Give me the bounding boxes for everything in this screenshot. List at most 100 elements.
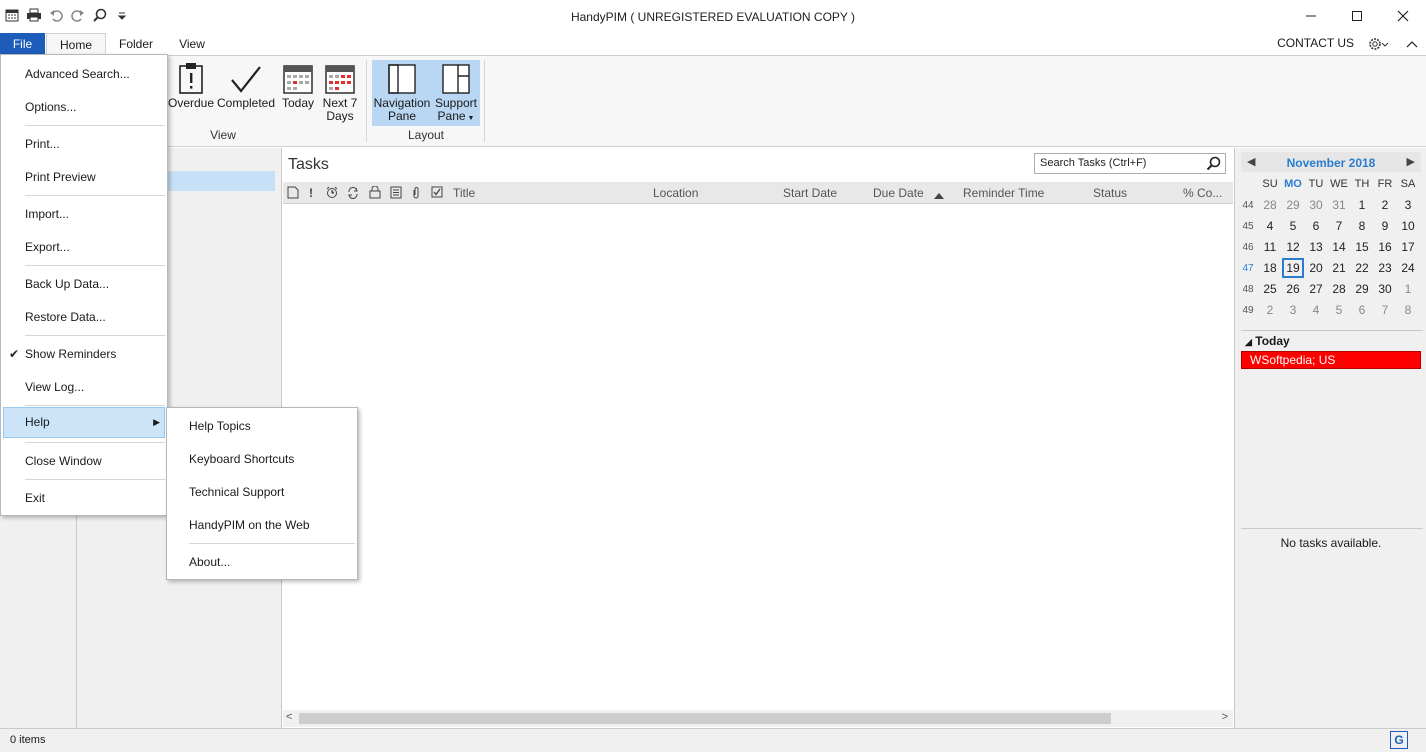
collapse-ribbon-icon[interactable] xyxy=(1404,35,1420,53)
calendar-day[interactable]: 12 xyxy=(1282,237,1304,257)
menu-export[interactable]: Export... xyxy=(3,232,165,263)
menu-help-topics[interactable]: Help Topics xyxy=(169,411,355,442)
support-pane-button[interactable]: Support Pane ▼ xyxy=(432,60,480,125)
tab-folder[interactable]: Folder xyxy=(110,33,162,55)
calendar-day[interactable]: 28 xyxy=(1259,195,1281,215)
calendar-day[interactable]: 25 xyxy=(1259,279,1281,299)
menu-about[interactable]: About... xyxy=(169,547,355,578)
menu-keyboard-shortcuts[interactable]: Keyboard Shortcuts xyxy=(169,444,355,475)
calendar-day[interactable]: 5 xyxy=(1328,300,1350,320)
navigation-pane-button[interactable]: Navigation Pane xyxy=(372,60,432,123)
calendar-day[interactable]: 15 xyxy=(1351,237,1373,257)
calendar-day[interactable]: 16 xyxy=(1374,237,1396,257)
menu-import[interactable]: Import... xyxy=(3,199,165,230)
week-number[interactable]: 49 xyxy=(1239,305,1257,316)
calendar-day[interactable]: 7 xyxy=(1328,216,1350,236)
minimize-button[interactable] xyxy=(1288,0,1334,32)
column-percent-complete[interactable]: % Co... xyxy=(1183,186,1222,200)
menu-advanced-search[interactable]: Advanced Search... xyxy=(3,59,165,90)
calendar-day[interactable]: 20 xyxy=(1305,258,1327,278)
week-number[interactable]: 46 xyxy=(1239,242,1257,253)
next-7-days-button[interactable]: Next 7 Days xyxy=(320,60,360,123)
calendar-day[interactable]: 3 xyxy=(1397,195,1419,215)
calendar-day[interactable]: 14 xyxy=(1328,237,1350,257)
checkbox-column-icon[interactable] xyxy=(431,186,443,202)
recurrence-column-icon[interactable] xyxy=(346,186,360,202)
menu-technical-support[interactable]: Technical Support xyxy=(169,477,355,508)
next-month-icon[interactable]: ▶ xyxy=(1407,155,1415,168)
calendar-day[interactable]: 3 xyxy=(1282,300,1304,320)
horizontal-scrollbar[interactable]: < > xyxy=(283,710,1233,727)
scroll-thumb[interactable] xyxy=(299,713,1111,724)
column-title[interactable]: Title xyxy=(453,186,475,200)
search-icon[interactable] xyxy=(1206,156,1221,174)
tab-view[interactable]: View xyxy=(168,33,216,55)
settings-gear-icon[interactable] xyxy=(1366,34,1390,54)
calendar-day[interactable]: 4 xyxy=(1305,300,1327,320)
search-tasks-input[interactable]: Search Tasks (Ctrl+F) xyxy=(1034,153,1226,174)
column-reminder-time[interactable]: Reminder Time xyxy=(963,186,1044,200)
menu-handypim-web[interactable]: HandyPIM on the Web xyxy=(169,510,355,541)
lock-column-icon[interactable] xyxy=(369,185,381,202)
week-number[interactable]: 48 xyxy=(1239,284,1257,295)
calendar-day[interactable]: 30 xyxy=(1305,195,1327,215)
week-number[interactable]: 44 xyxy=(1239,200,1257,211)
menu-restore-data[interactable]: Restore Data... xyxy=(3,302,165,333)
column-due-date[interactable]: Due Date xyxy=(873,186,924,200)
calendar-day[interactable]: 22 xyxy=(1351,258,1373,278)
calendar-day[interactable]: 18 xyxy=(1259,258,1281,278)
calendar-day[interactable]: 29 xyxy=(1282,195,1304,215)
calendar-day[interactable]: 10 xyxy=(1397,216,1419,236)
calendar-day[interactable]: 23 xyxy=(1374,258,1396,278)
calendar-day[interactable]: 9 xyxy=(1374,216,1396,236)
priority-column-icon[interactable]: ! xyxy=(309,186,313,200)
calendar-day[interactable]: 1 xyxy=(1351,195,1373,215)
menu-show-reminders[interactable]: ✔ Show Reminders xyxy=(3,339,165,370)
calendar-day[interactable]: 1 xyxy=(1397,279,1419,299)
menu-print-preview[interactable]: Print Preview xyxy=(3,162,165,193)
calendar-day[interactable]: 27 xyxy=(1305,279,1327,299)
menu-back-up-data[interactable]: Back Up Data... xyxy=(3,269,165,300)
completed-button[interactable]: Completed xyxy=(216,60,276,110)
tab-home[interactable]: Home xyxy=(46,33,106,55)
calendar-day[interactable]: 13 xyxy=(1305,237,1327,257)
calendar-day[interactable]: 2 xyxy=(1374,195,1396,215)
menu-exit[interactable]: Exit xyxy=(3,483,165,514)
calendar-day[interactable]: 5 xyxy=(1282,216,1304,236)
column-location[interactable]: Location xyxy=(653,186,698,200)
calendar-day[interactable]: 7 xyxy=(1374,300,1396,320)
calendar-day[interactable]: 26 xyxy=(1282,279,1304,299)
scroll-left-icon[interactable]: < xyxy=(286,711,292,723)
menu-print[interactable]: Print... xyxy=(3,129,165,160)
calendar-day[interactable]: 2 xyxy=(1259,300,1281,320)
calendar-day[interactable]: 11 xyxy=(1259,237,1281,257)
calendar-month-title[interactable]: November 2018 xyxy=(1241,156,1421,170)
column-start-date[interactable]: Start Date xyxy=(783,186,837,200)
calendar-day[interactable]: 29 xyxy=(1351,279,1373,299)
calendar-day[interactable]: 8 xyxy=(1397,300,1419,320)
calendar-day[interactable]: 21 xyxy=(1328,258,1350,278)
selected-folder-row[interactable] xyxy=(167,171,275,191)
calendar-day[interactable]: 17 xyxy=(1397,237,1419,257)
scroll-right-icon[interactable]: > xyxy=(1222,711,1228,723)
calendar-day[interactable]: 6 xyxy=(1351,300,1373,320)
calendar-day[interactable]: 4 xyxy=(1259,216,1281,236)
today-section-header[interactable]: ◢ Today xyxy=(1245,334,1290,348)
maximize-button[interactable] xyxy=(1334,0,1380,32)
calendar-day[interactable]: 19 xyxy=(1282,258,1304,278)
calendar-day[interactable]: 30 xyxy=(1374,279,1396,299)
alarm-column-icon[interactable] xyxy=(325,186,339,202)
overdue-button[interactable]: Overdue xyxy=(168,60,214,110)
close-button[interactable] xyxy=(1380,0,1426,32)
menu-view-log[interactable]: View Log... xyxy=(3,372,165,403)
menu-options[interactable]: Options... xyxy=(3,92,165,123)
notes-column-icon[interactable] xyxy=(390,186,402,202)
week-number[interactable]: 45 xyxy=(1239,221,1257,232)
calendar-day[interactable]: 8 xyxy=(1351,216,1373,236)
calendar-day[interactable]: 28 xyxy=(1328,279,1350,299)
today-appointment[interactable]: WSoftpedia; US xyxy=(1241,351,1421,369)
column-status[interactable]: Status xyxy=(1093,186,1127,200)
tab-file[interactable]: File xyxy=(0,33,45,55)
calendar-day[interactable]: 24 xyxy=(1397,258,1419,278)
menu-help[interactable]: Help ▶ xyxy=(3,407,165,438)
